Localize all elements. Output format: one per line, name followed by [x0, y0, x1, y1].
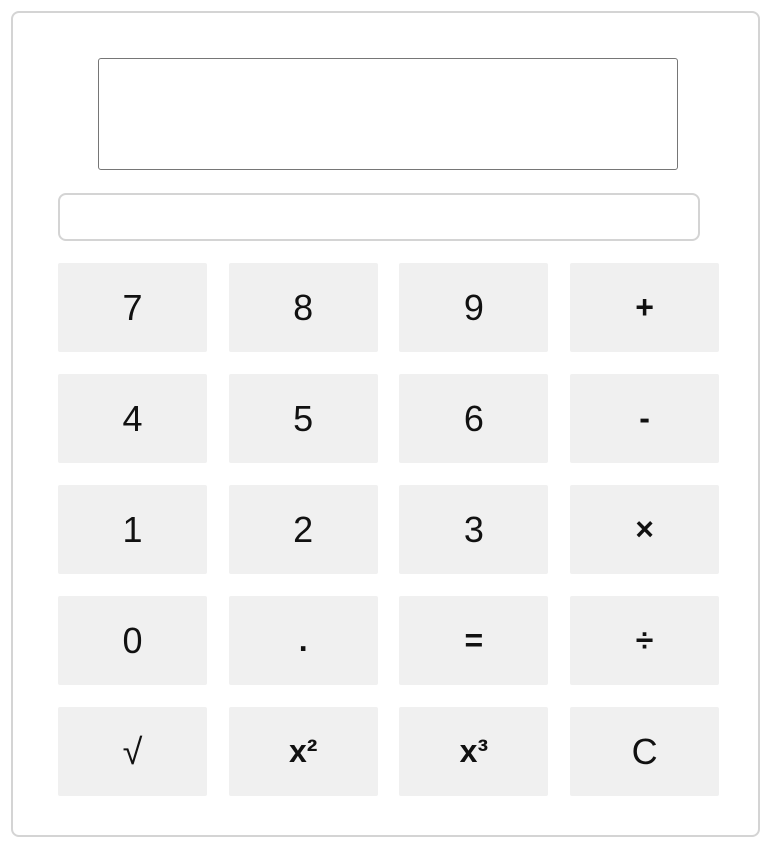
key-5-button[interactable]: 5: [228, 374, 378, 463]
key-8-button[interactable]: 8: [228, 263, 378, 352]
key-9-button[interactable]: 9: [399, 263, 549, 352]
result-display[interactable]: [98, 58, 678, 170]
subtract-button[interactable]: -: [570, 374, 720, 463]
expression-input[interactable]: [58, 193, 700, 241]
cube-button[interactable]: x³: [399, 707, 549, 796]
key-7-button[interactable]: 7: [58, 263, 207, 352]
clear-button[interactable]: C: [570, 707, 720, 796]
key-3-button[interactable]: 3: [399, 485, 549, 574]
divide-button[interactable]: ÷: [570, 596, 720, 685]
key-2-button[interactable]: 2: [228, 485, 378, 574]
key-1-button[interactable]: 1: [58, 485, 207, 574]
equals-button[interactable]: =: [399, 596, 549, 685]
multiply-button[interactable]: ×: [570, 485, 720, 574]
key-0-button[interactable]: 0: [58, 596, 207, 685]
square-button[interactable]: x²: [228, 707, 378, 796]
key-4-button[interactable]: 4: [58, 374, 207, 463]
decimal-point-button[interactable]: .: [228, 596, 378, 685]
key-6-button[interactable]: 6: [399, 374, 549, 463]
keypad: 7 8 9 + 4 5 6 - 1 2 3 × 0 . = ÷ √ x² x³ …: [58, 263, 720, 796]
square-root-button[interactable]: √: [58, 707, 207, 796]
add-button[interactable]: +: [570, 263, 720, 352]
calculator-panel: 7 8 9 + 4 5 6 - 1 2 3 × 0 . = ÷ √ x² x³ …: [11, 11, 760, 837]
